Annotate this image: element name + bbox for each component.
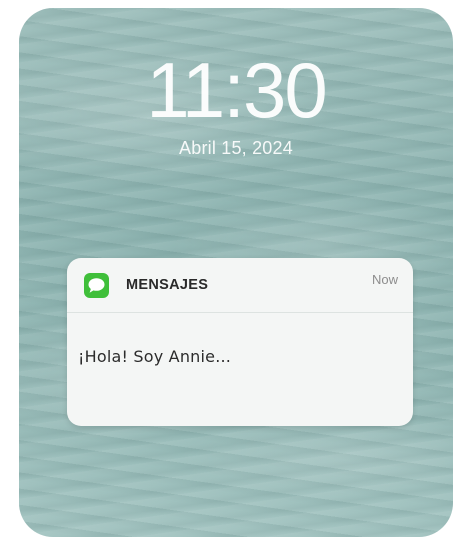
notification-time: Now (371, 272, 398, 287)
lock-screen-date: Abril 15, 2024 (179, 138, 293, 158)
notification-message: ¡Hola! Soy Annie... (78, 347, 232, 366)
notification-app-name: MENSAJES (126, 277, 209, 293)
messages-icon (84, 273, 109, 298)
lock-screen-time: 11:30 (146, 46, 327, 134)
message-notification[interactable]: MENSAJES Now ¡Hola! Soy Annie... (67, 258, 413, 426)
notification-header: MENSAJES Now (67, 258, 413, 313)
lock-screen: 11:30 Abril 15, 2024 MENSAJES Now ¡Hola!… (19, 8, 453, 537)
